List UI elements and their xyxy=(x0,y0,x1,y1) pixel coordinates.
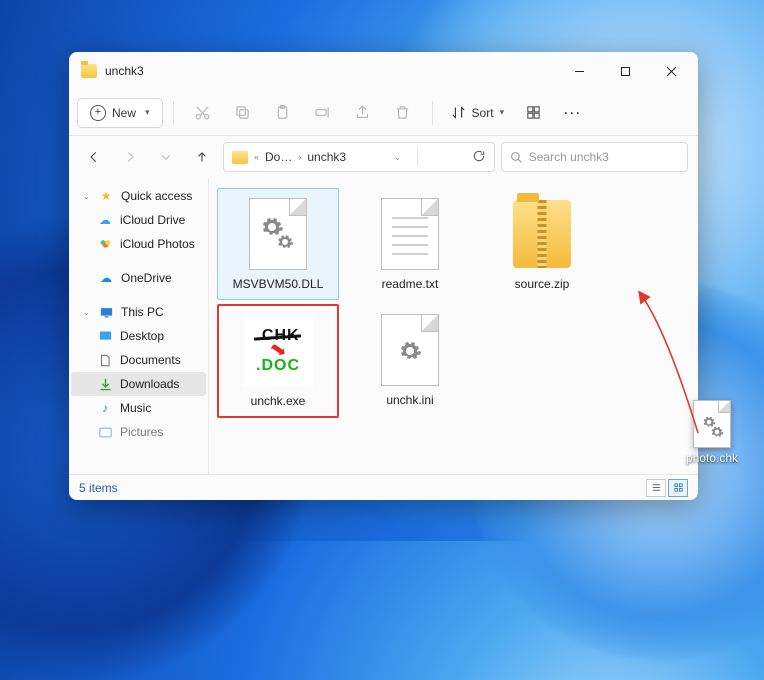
search-icon xyxy=(510,151,523,164)
folder-icon xyxy=(81,64,97,78)
icons-view-button[interactable] xyxy=(668,479,688,497)
status-bar: 5 items xyxy=(69,474,698,500)
chevron-down-icon[interactable]: ⌄ xyxy=(392,152,404,163)
chevron-down-icon: ▾ xyxy=(145,107,150,118)
close-button[interactable] xyxy=(648,55,694,87)
music-icon: ♪ xyxy=(97,400,113,416)
copy-button[interactable] xyxy=(224,96,262,130)
search-input[interactable]: Search unchk3 xyxy=(501,142,688,172)
new-button[interactable]: + New ▾ xyxy=(77,98,163,128)
desktop-file-label: photo.chk xyxy=(686,451,738,465)
breadcrumb-parent[interactable]: Do… xyxy=(265,150,292,164)
paste-button[interactable] xyxy=(264,96,302,130)
cloud-icon: ☁ xyxy=(98,270,114,286)
sidebar-icloud-drive[interactable]: ☁iCloud Drive xyxy=(71,208,206,232)
pc-icon xyxy=(98,304,114,320)
new-label: New xyxy=(112,106,136,120)
toolbar: + New ▾ Sort ▾ ··· xyxy=(69,90,698,136)
back-button[interactable] xyxy=(79,142,109,172)
up-button[interactable] xyxy=(187,142,217,172)
explorer-window: unchk3 + New ▾ Sort ▾ ··· xyxy=(69,52,698,500)
sidebar-pictures[interactable]: Pictures xyxy=(71,420,206,444)
file-item[interactable]: source.zip xyxy=(481,188,603,300)
sidebar-documents[interactable]: Documents xyxy=(71,348,206,372)
sidebar-quick-access[interactable]: ⌄★Quick access xyxy=(71,184,206,208)
ini-icon xyxy=(381,314,439,386)
chk-icon xyxy=(693,400,731,448)
search-placeholder: Search unchk3 xyxy=(529,150,609,164)
sidebar-music[interactable]: ♪Music xyxy=(71,396,206,420)
chevron-down-icon: ▾ xyxy=(500,107,505,118)
file-label: unchk.exe xyxy=(251,394,306,408)
desktop-icon xyxy=(97,328,113,344)
breadcrumb[interactable]: « Do… › unchk3 ⌄ xyxy=(223,142,495,172)
text-icon xyxy=(381,198,439,270)
pictures-icon xyxy=(97,424,113,440)
item-count: 5 items xyxy=(79,481,118,495)
view-button[interactable] xyxy=(514,96,552,130)
sidebar-this-pc[interactable]: ⌄This PC xyxy=(71,300,206,324)
desktop-file-photo-chk[interactable]: photo.chk xyxy=(678,400,746,465)
sidebar-downloads[interactable]: Downloads xyxy=(71,372,206,396)
file-label: source.zip xyxy=(515,277,570,291)
file-label: readme.txt xyxy=(382,277,439,291)
minimize-button[interactable] xyxy=(556,55,602,87)
download-icon xyxy=(97,376,113,392)
sort-icon xyxy=(451,105,466,120)
sort-button[interactable]: Sort ▾ xyxy=(443,99,513,126)
file-label: MSVBVM50.DLL xyxy=(233,277,324,291)
file-item-unchk-exe[interactable]: .CHK ➦ .DOC unchk.exe xyxy=(217,304,339,418)
folder-icon xyxy=(232,151,248,164)
refresh-button[interactable] xyxy=(472,149,486,166)
file-label: unchk.ini xyxy=(386,393,433,407)
cut-button[interactable] xyxy=(184,96,222,130)
zip-icon xyxy=(513,200,571,268)
photos-icon xyxy=(97,236,113,252)
plus-icon: + xyxy=(90,105,106,121)
document-icon xyxy=(97,352,113,368)
cloud-icon: ☁ xyxy=(97,212,113,228)
more-button[interactable]: ··· xyxy=(554,100,592,126)
star-icon: ★ xyxy=(98,188,114,204)
window-title: unchk3 xyxy=(105,64,144,78)
chevron-right-icon: « xyxy=(254,152,259,162)
file-item[interactable]: readme.txt xyxy=(349,188,471,300)
file-pane[interactable]: MSVBVM50.DLL readme.txt source.zip .CHK … xyxy=(209,178,698,474)
address-bar: « Do… › unchk3 ⌄ Search unchk3 xyxy=(69,136,698,178)
breadcrumb-current[interactable]: unchk3 xyxy=(307,150,346,164)
sidebar-desktop[interactable]: Desktop xyxy=(71,324,206,348)
file-item[interactable]: MSVBVM50.DLL xyxy=(217,188,339,300)
maximize-button[interactable] xyxy=(602,55,648,87)
forward-button[interactable] xyxy=(115,142,145,172)
file-item[interactable]: unchk.ini xyxy=(349,304,471,418)
exe-icon: .CHK ➦ .DOC xyxy=(243,315,313,387)
share-button[interactable] xyxy=(344,96,382,130)
delete-button[interactable] xyxy=(384,96,422,130)
rename-button[interactable] xyxy=(304,96,342,130)
sidebar-onedrive[interactable]: ›☁OneDrive xyxy=(71,266,206,290)
sort-label: Sort xyxy=(472,106,494,120)
chevron-right-icon: › xyxy=(298,152,301,162)
sidebar-icloud-photos[interactable]: iCloud Photos xyxy=(71,232,206,256)
sidebar: ⌄★Quick access ☁iCloud Drive iCloud Phot… xyxy=(69,178,209,474)
details-view-button[interactable] xyxy=(646,479,666,497)
recent-button[interactable] xyxy=(151,142,181,172)
titlebar: unchk3 xyxy=(69,52,698,90)
dll-icon xyxy=(249,198,307,270)
